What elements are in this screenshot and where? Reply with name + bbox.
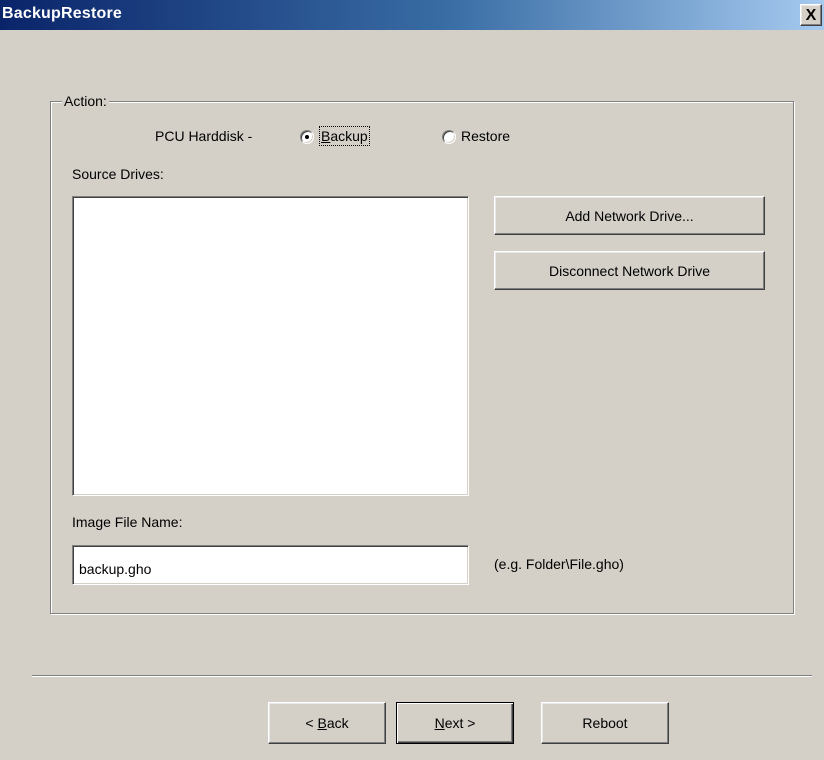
footer-separator [32,675,812,677]
backup-radio[interactable] [300,130,314,144]
close-icon: X [805,6,817,24]
image-file-hint: (e.g. Folder\File.gho) [494,556,624,572]
reboot-button[interactable]: Reboot [541,702,669,744]
source-drives-label: Source Drives: [72,166,164,182]
pcu-harddisk-label: PCU Harddisk - [155,128,253,144]
restore-radio[interactable] [442,130,456,144]
backup-radio-label[interactable]: Backup [319,126,370,146]
disconnect-network-drive-button[interactable]: Disconnect Network Drive [494,251,765,290]
restore-radio-label[interactable]: Restore [461,128,510,144]
image-file-name-label: Image File Name: [72,514,183,530]
radio-selected-dot [305,135,309,139]
source-drives-listbox[interactable] [72,196,469,496]
action-group-label: Action: [62,93,109,109]
add-network-drive-button[interactable]: Add Network Drive... [494,196,765,235]
title-bar[interactable]: BackupRestore X [0,0,824,30]
close-button[interactable]: X [800,4,822,26]
next-button[interactable]: Next > [396,702,514,744]
window-title: BackupRestore [2,5,122,22]
back-button[interactable]: < Back [268,702,386,744]
image-file-name-input[interactable] [72,545,469,585]
